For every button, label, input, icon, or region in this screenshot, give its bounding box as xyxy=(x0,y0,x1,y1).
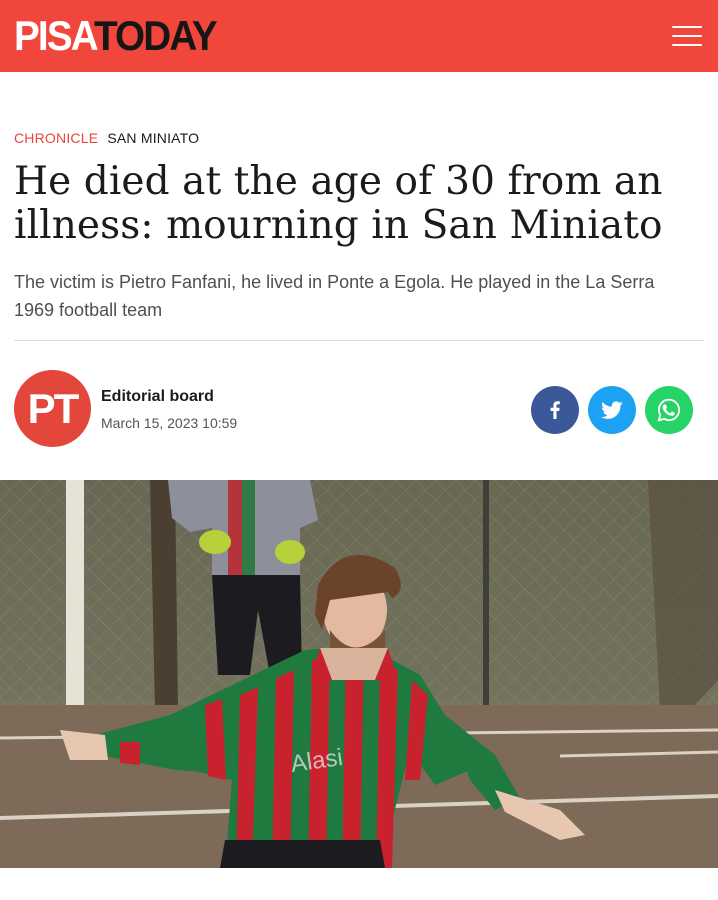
publish-date: March 15, 2023 10:59 xyxy=(101,415,238,431)
twitter-share-button[interactable] xyxy=(588,386,636,434)
article-title: He died at the age of 30 from an illness… xyxy=(14,159,663,248)
site-header: PISATODAY xyxy=(0,0,718,72)
divider xyxy=(14,340,704,341)
twitter-icon xyxy=(600,401,623,419)
author-name[interactable]: Editorial board xyxy=(101,388,214,406)
category-link[interactable]: CHRONICLE xyxy=(14,130,98,146)
logo-pisa: PISA xyxy=(14,12,96,59)
hero-image: Alasi xyxy=(0,480,718,868)
article-standfirst: The victim is Pietro Fanfani, he lived i… xyxy=(14,272,655,320)
facebook-share-button[interactable] xyxy=(531,386,579,434)
whatsapp-share-button[interactable] xyxy=(645,386,693,434)
logo-today: TODAY xyxy=(93,12,218,59)
author-avatar: PT xyxy=(14,370,91,447)
hamburger-menu-icon[interactable] xyxy=(672,24,702,48)
whatsapp-icon xyxy=(657,398,681,422)
location-link[interactable]: SAN MINIATO xyxy=(107,130,199,146)
facebook-icon xyxy=(550,401,560,419)
breadcrumb: CHRONICLE SAN MINIATO xyxy=(14,130,199,146)
site-logo[interactable]: PISATODAY xyxy=(14,12,218,59)
